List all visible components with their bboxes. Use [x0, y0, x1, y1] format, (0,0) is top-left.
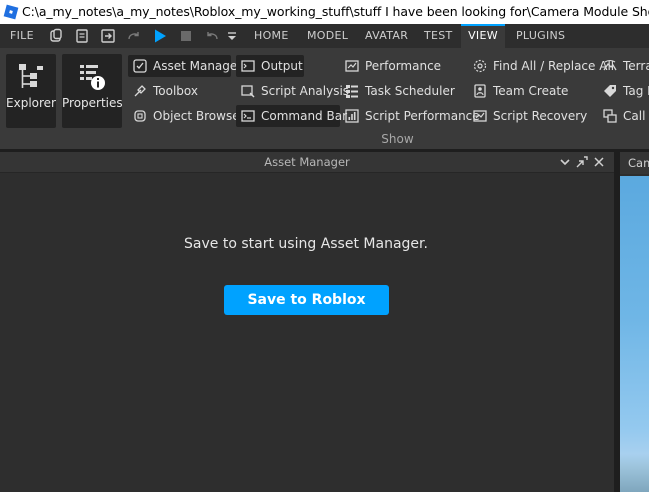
play-icon[interactable] — [152, 28, 168, 44]
tag-editor-label: Tag E — [623, 84, 649, 98]
toolbox-label: Toolbox — [153, 84, 198, 98]
undock-panel-icon[interactable] — [575, 155, 589, 169]
save-to-roblox-button[interactable]: Save to Roblox — [224, 285, 389, 315]
window-title-bar: C:\a_my_notes\a_my_notes\Roblox_my_worki… — [0, 0, 649, 24]
performance-icon — [345, 60, 359, 72]
script-recovery-label: Script Recovery — [493, 109, 588, 123]
menu-file[interactable]: FILE — [10, 24, 34, 48]
call-stack-label: Call S — [623, 109, 649, 123]
asset-manager-body: Save to start using Asset Manager. Save … — [0, 174, 614, 492]
toolbox-button[interactable]: Toolbox — [128, 80, 231, 102]
open-file-icon[interactable] — [74, 28, 90, 44]
undo-icon[interactable] — [204, 28, 220, 44]
task-scheduler-label: Task Scheduler — [365, 84, 455, 98]
window-title: C:\a_my_notes\a_my_notes\Roblox_my_worki… — [22, 4, 649, 19]
tag-editor-button[interactable]: Tag E — [598, 80, 649, 102]
roblox-studio-logo-icon — [3, 4, 19, 20]
find-all-replace-all-label: Find All / Replace All — [493, 59, 615, 73]
viewport-tab[interactable]: Cam — [620, 152, 649, 174]
asset-manager-label: Asset Manager — [153, 59, 243, 73]
task-scheduler-button[interactable]: Task Scheduler — [340, 80, 455, 102]
object-browser-icon — [134, 110, 146, 122]
customize-quick-access-icon[interactable] — [226, 28, 238, 44]
team-create-label: Team Create — [493, 84, 569, 98]
output-label: Output — [261, 59, 303, 73]
tab-test[interactable]: TEST — [424, 24, 453, 48]
task-scheduler-icon — [346, 85, 358, 98]
asset-manager-panel: Asset Manager Save to start using Asset … — [0, 152, 614, 492]
object-browser-label: Object Browser — [153, 109, 245, 123]
script-recovery-icon — [473, 110, 487, 122]
command-bar-label: Command Bar — [261, 109, 348, 123]
menu-bar: FILE HOME MODEL AVATAR TEST VIEW PLUGINS — [0, 24, 649, 48]
properties-label: Properties — [62, 96, 123, 110]
command-bar-button[interactable]: Command Bar — [236, 105, 347, 127]
viewport-panel: Cam — [620, 152, 649, 492]
explorer-icon — [19, 64, 43, 88]
output-button[interactable]: Output — [236, 55, 304, 77]
terrain-editor-button[interactable]: Terra — [598, 55, 649, 77]
call-stack-button[interactable]: Call S — [598, 105, 649, 127]
script-recovery-button[interactable]: Script Recovery — [468, 105, 587, 127]
asset-manager-header: Asset Manager — [0, 152, 614, 173]
performance-label: Performance — [365, 59, 442, 73]
script-analysis-label: Script Analysis — [261, 84, 350, 98]
asset-manager-title: Asset Manager — [264, 155, 350, 169]
script-performance-button[interactable]: Script Performance — [340, 105, 480, 127]
tab-model[interactable]: MODEL — [307, 24, 348, 48]
publish-icon[interactable] — [100, 28, 116, 44]
script-analysis-button[interactable]: Script Analysis — [236, 80, 349, 102]
script-performance-label: Script Performance — [365, 109, 480, 123]
toolbox-icon — [134, 85, 146, 97]
asset-manager-icon — [133, 59, 147, 73]
tab-view[interactable]: VIEW — [461, 24, 505, 48]
panel-menu-chevron-icon[interactable] — [558, 155, 572, 169]
explorer-button[interactable]: Explorer — [6, 54, 56, 128]
close-panel-icon[interactable] — [592, 155, 606, 169]
game-viewport[interactable] — [620, 176, 649, 492]
script-performance-icon — [345, 109, 359, 123]
team-create-icon — [474, 84, 486, 98]
properties-icon — [80, 65, 105, 90]
find-replace-icon — [473, 59, 487, 73]
call-stack-icon — [603, 109, 617, 123]
script-analysis-icon — [241, 85, 255, 98]
tag-icon — [604, 85, 616, 97]
explorer-label: Explorer — [6, 96, 56, 110]
asset-manager-message: Save to start using Asset Manager. — [184, 236, 428, 252]
ribbon-toolbar: Explorer Properties Asset Manager Toolbo… — [0, 48, 649, 150]
terrain-icon — [603, 59, 617, 71]
performance-button[interactable]: Performance — [340, 55, 442, 77]
command-bar-icon — [241, 110, 255, 122]
new-file-icon[interactable] — [48, 28, 64, 44]
stop-icon[interactable] — [178, 28, 194, 44]
viewport-tab-label: Cam — [628, 156, 649, 170]
asset-manager-button[interactable]: Asset Manager — [128, 55, 242, 77]
tab-home[interactable]: HOME — [254, 24, 289, 48]
tab-avatar[interactable]: AVATAR — [365, 24, 408, 48]
properties-button[interactable]: Properties — [62, 54, 123, 128]
team-create-button[interactable]: Team Create — [468, 80, 568, 102]
output-icon — [241, 60, 255, 72]
tab-plugins[interactable]: PLUGINS — [516, 24, 565, 48]
object-browser-button[interactable]: Object Browser — [128, 105, 245, 127]
redo-icon[interactable] — [126, 28, 142, 44]
terrain-label: Terra — [623, 59, 649, 73]
find-all-replace-all-button[interactable]: Find All / Replace All — [468, 55, 614, 77]
ribbon-group-label-show: Show — [381, 132, 414, 146]
